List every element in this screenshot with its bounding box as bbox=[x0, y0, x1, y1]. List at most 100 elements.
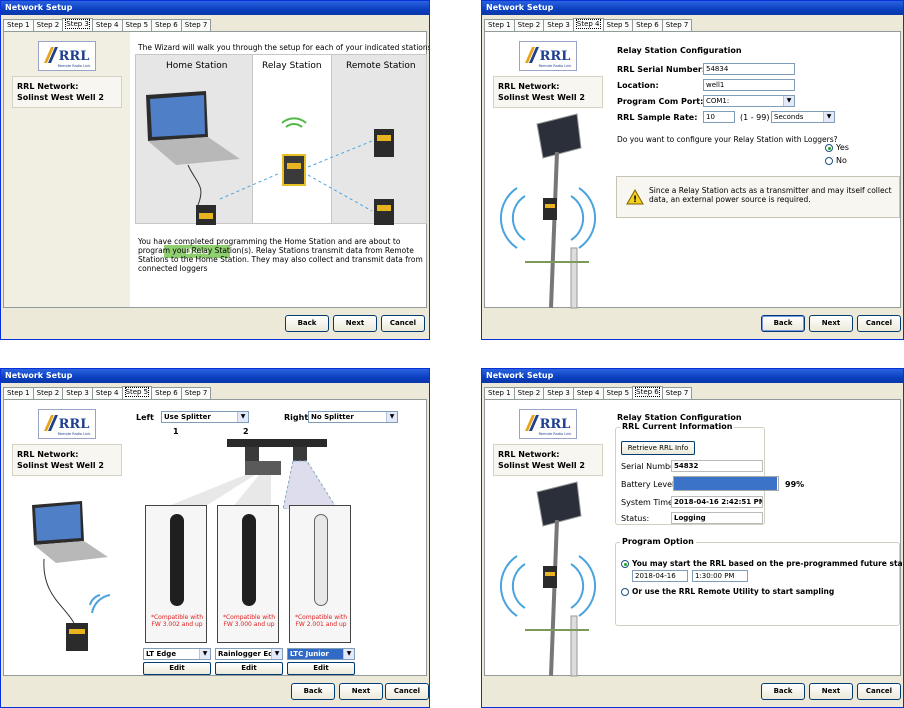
start-option-remote-utility[interactable]: Or use the RRL Remote Utility to start s… bbox=[621, 587, 834, 596]
back-button[interactable]: Back bbox=[761, 683, 805, 700]
back-button[interactable]: Back bbox=[285, 315, 329, 332]
location-label: Location: bbox=[617, 81, 659, 90]
tab-step-5[interactable]: Step 5 bbox=[121, 386, 153, 399]
next-button[interactable]: Next bbox=[339, 683, 383, 700]
logger-card-2: *Compatible with FW 3.000 and up bbox=[217, 505, 279, 643]
edit-button-3[interactable]: Edit bbox=[287, 662, 355, 675]
next-button[interactable]: Next bbox=[333, 315, 377, 332]
wizard-window-step6: Network Setup Step 1 Step 2 Step 3 Step … bbox=[481, 368, 904, 708]
tab-step-3[interactable]: Step 3 bbox=[62, 18, 93, 31]
wizard-window-step5: Network Setup Step 1 Step 2 Step 3 Step … bbox=[0, 368, 430, 708]
no-radio[interactable]: No bbox=[825, 156, 847, 165]
tab-step-5[interactable]: Step 5 bbox=[121, 19, 153, 31]
tab-step-1[interactable]: Step 1 bbox=[484, 387, 515, 399]
svg-text:RRL: RRL bbox=[59, 417, 90, 432]
radio-icon[interactable] bbox=[621, 588, 629, 596]
tab-strip: Step 1 Step 2 Step 3 Step 4 Step 5 Step … bbox=[484, 18, 693, 31]
warning-box: ! Since a Relay Station acts as a transm… bbox=[616, 176, 900, 218]
tab-step-6[interactable]: Step 6 bbox=[151, 19, 182, 31]
right-splitter-select[interactable]: No Splitter ▼ bbox=[308, 411, 398, 423]
button-bar: Back Next Cancel bbox=[3, 678, 429, 705]
left-splitter-select[interactable]: Use Splitter ▼ bbox=[161, 411, 249, 423]
tab-page: RRL Remote Radio Link RRL Network: Solin… bbox=[484, 31, 901, 309]
edit-button-1[interactable]: Edit bbox=[143, 662, 211, 675]
cancel-button[interactable]: Cancel bbox=[857, 315, 901, 332]
config-heading: Relay Station Configuration bbox=[617, 46, 742, 55]
next-button[interactable]: Next bbox=[809, 683, 853, 700]
svg-text:Remote Radio Link: Remote Radio Link bbox=[58, 432, 92, 436]
chevron-down-icon[interactable]: ▼ bbox=[237, 412, 248, 422]
tab-step-3[interactable]: Step 3 bbox=[543, 19, 574, 31]
logger-select-2[interactable]: Rainlogger Edge ▼ bbox=[215, 648, 283, 660]
tab-step-6[interactable]: Step 6 bbox=[632, 386, 663, 399]
tab-step-7[interactable]: Step 7 bbox=[180, 387, 212, 399]
tab-step-6[interactable]: Step 6 bbox=[632, 19, 663, 31]
network-info: RRL Network: Solinst West Well 2 bbox=[12, 76, 122, 108]
tab-step-2[interactable]: Step 2 bbox=[513, 19, 545, 31]
serial-label: RRL Serial Number: bbox=[617, 65, 706, 74]
tab-step-4[interactable]: Step 4 bbox=[572, 18, 604, 31]
radio-icon[interactable] bbox=[825, 156, 833, 165]
tab-step-1[interactable]: Step 1 bbox=[484, 19, 515, 31]
wizard-window-step3: Network Setup Step 1 Step 2 Step 3 Step … bbox=[0, 0, 430, 340]
svg-text:Remote Radio Link: Remote Radio Link bbox=[58, 64, 92, 68]
svg-text:Remote Radio Link: Remote Radio Link bbox=[539, 432, 573, 436]
tab-step-2[interactable]: Step 2 bbox=[32, 387, 64, 399]
sidebar: RRL Remote Radio Link RRL Network: Solin… bbox=[485, 400, 611, 677]
tab-step-4[interactable]: Step 4 bbox=[91, 19, 123, 31]
cancel-button[interactable]: Cancel bbox=[381, 315, 425, 332]
tab-step-5[interactable]: Step 5 bbox=[602, 19, 634, 31]
battery-level-fill bbox=[674, 477, 777, 490]
button-bar: Back Next Cancel bbox=[484, 310, 901, 337]
sample-rate-unit-select[interactable]: Seconds ▼ bbox=[771, 111, 835, 123]
chevron-down-icon[interactable]: ▼ bbox=[271, 649, 282, 659]
tab-step-3[interactable]: Step 3 bbox=[62, 387, 93, 399]
network-info: RRL Network: Solinst West Well 2 bbox=[493, 76, 603, 108]
tab-step-2[interactable]: Step 2 bbox=[32, 19, 64, 31]
back-button[interactable]: Back bbox=[291, 683, 335, 700]
radio-selected-icon[interactable] bbox=[825, 143, 833, 152]
tab-page: RRL Remote Radio Link RRL Network: Solin… bbox=[484, 399, 903, 677]
logger-select-3[interactable]: LTC Junior ▼ bbox=[287, 648, 355, 660]
tab-step-6[interactable]: Step 6 bbox=[151, 387, 182, 399]
tab-step-1[interactable]: Step 1 bbox=[3, 19, 34, 31]
tab-step-5[interactable]: Step 5 bbox=[602, 387, 634, 399]
start-date-field[interactable]: 2018-04-16 bbox=[632, 570, 688, 582]
retrieve-rrl-info-button[interactable]: Retrieve RRL Info bbox=[621, 441, 695, 455]
logger-select-1[interactable]: LT Edge ▼ bbox=[143, 648, 211, 660]
radio-selected-icon[interactable] bbox=[621, 560, 629, 568]
program-option-group: Program Option bbox=[615, 537, 900, 626]
chevron-down-icon[interactable]: ▼ bbox=[199, 649, 210, 659]
back-button[interactable]: Back bbox=[761, 315, 805, 332]
wizard-intro: The Wizard will walk you through the set… bbox=[138, 43, 430, 52]
location-field[interactable]: well1 bbox=[703, 79, 795, 91]
chevron-down-icon[interactable]: ▼ bbox=[783, 96, 794, 106]
cancel-button[interactable]: Cancel bbox=[385, 683, 429, 700]
start-time-field[interactable]: 1:30:00 PM bbox=[692, 570, 748, 582]
tab-step-4[interactable]: Step 4 bbox=[91, 387, 123, 399]
yes-radio[interactable]: Yes bbox=[825, 143, 849, 152]
next-button[interactable]: Next bbox=[809, 315, 853, 332]
com-port-select[interactable]: COM1: ▼ bbox=[703, 95, 795, 107]
tab-step-4[interactable]: Step 4 bbox=[572, 387, 604, 399]
relay-station-pole-illustration bbox=[499, 113, 597, 309]
sample-rate-field[interactable]: 10 bbox=[703, 111, 735, 123]
tab-step-2[interactable]: Step 2 bbox=[513, 387, 545, 399]
tab-step-7[interactable]: Step 7 bbox=[661, 387, 693, 399]
cancel-button[interactable]: Cancel bbox=[857, 683, 901, 700]
tab-step-1[interactable]: Step 1 bbox=[3, 387, 34, 399]
tab-step-7[interactable]: Step 7 bbox=[180, 19, 212, 31]
serial-number-field[interactable]: 54834 bbox=[703, 63, 795, 75]
start-option-future[interactable]: You may start the RRL based on the pre-p… bbox=[621, 559, 903, 568]
serial-number-field: 54832 bbox=[671, 460, 763, 472]
chevron-down-icon[interactable]: ▼ bbox=[386, 412, 397, 422]
rrl-logo: RRL Remote Radio Link bbox=[519, 409, 577, 439]
tab-step-3[interactable]: Step 3 bbox=[543, 387, 574, 399]
config-heading: Relay Station Configuration bbox=[617, 413, 742, 422]
chevron-down-icon[interactable]: ▼ bbox=[823, 112, 834, 122]
edit-button-2[interactable]: Edit bbox=[215, 662, 283, 675]
compat-note: *Compatible with FW 3.000 and up bbox=[222, 614, 275, 628]
chevron-down-icon[interactable]: ▼ bbox=[343, 649, 354, 659]
window-title: Network Setup bbox=[482, 369, 903, 383]
tab-step-7[interactable]: Step 7 bbox=[661, 19, 693, 31]
